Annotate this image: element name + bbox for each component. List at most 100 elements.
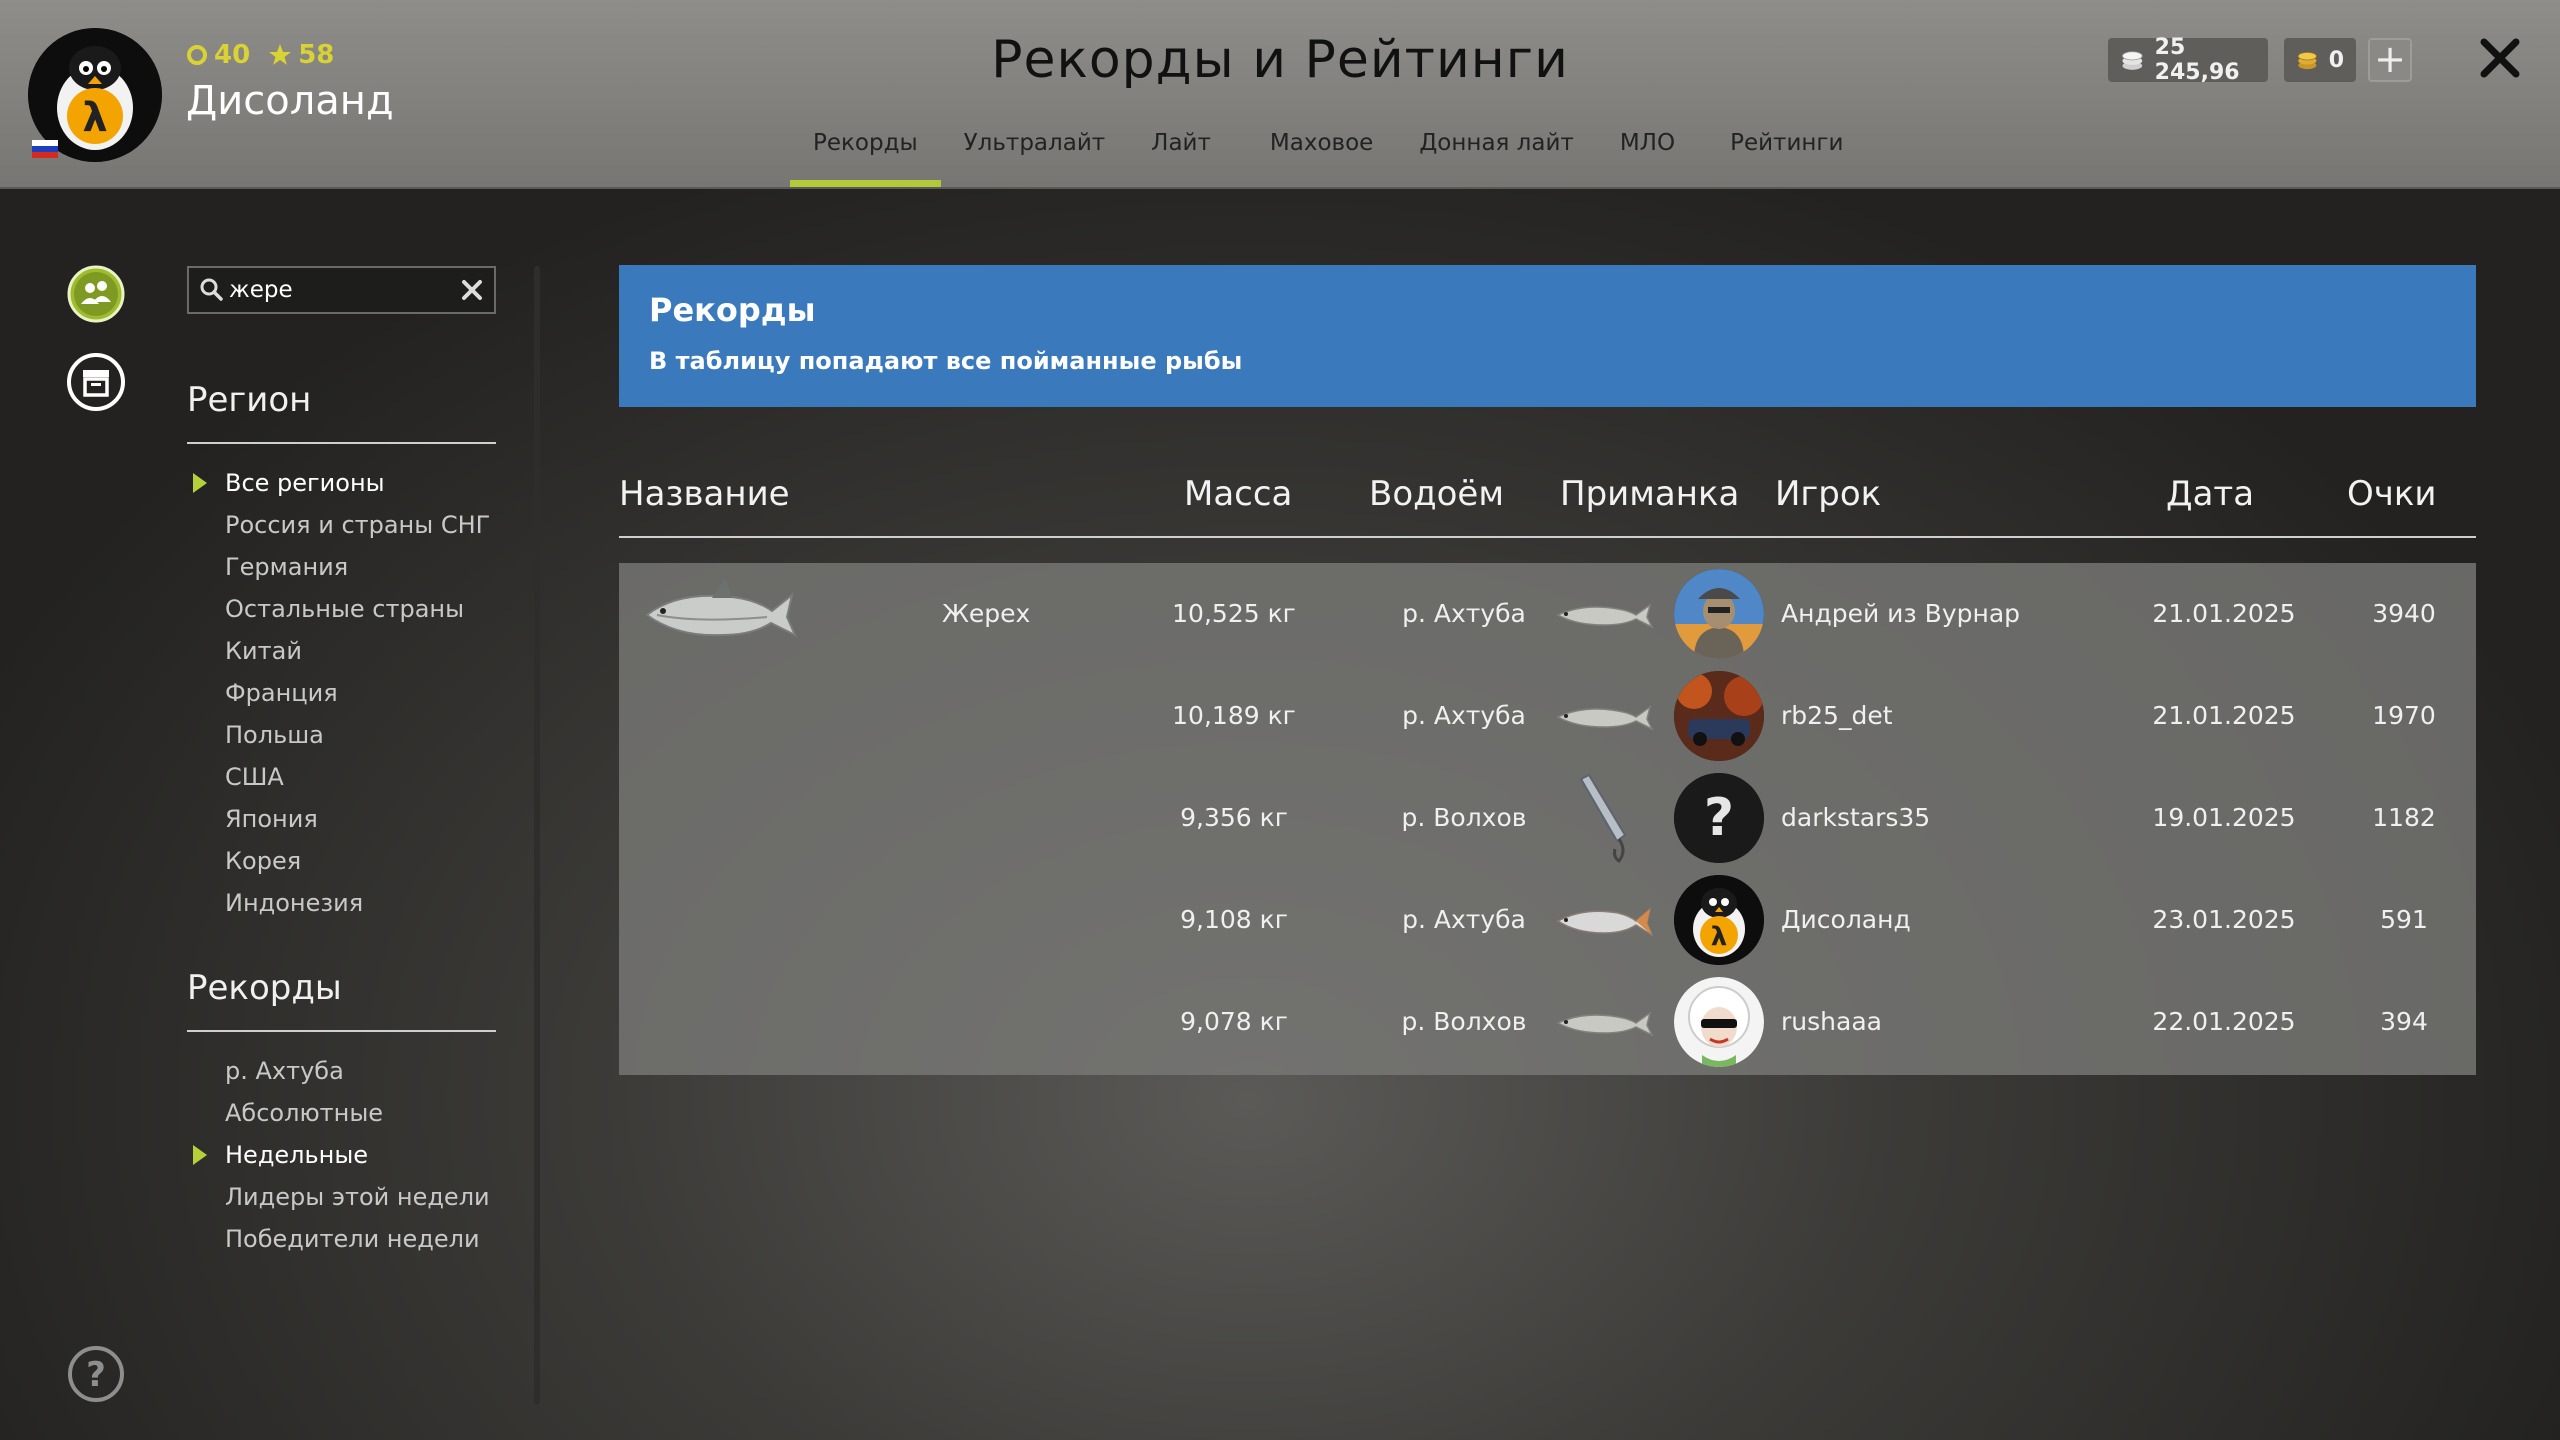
records-section-title: Рекорды bbox=[187, 968, 342, 1008]
region-section-title: Регион bbox=[187, 380, 312, 420]
help-button[interactable]: ? bbox=[66, 1344, 126, 1404]
col-date[interactable]: Дата bbox=[2166, 474, 2254, 514]
col-bait[interactable]: Приманка bbox=[1560, 474, 1739, 514]
banner-title: Рекорды bbox=[649, 291, 816, 329]
region-item-china[interactable]: Китай bbox=[187, 630, 507, 672]
russia-flag-icon bbox=[32, 140, 58, 158]
col-player[interactable]: Игрок bbox=[1775, 474, 1881, 514]
tab-light[interactable]: Лайт bbox=[1128, 130, 1234, 188]
col-name[interactable]: Название bbox=[619, 474, 790, 514]
col-water[interactable]: Водоём bbox=[1369, 474, 1504, 514]
region-item-usa[interactable]: США bbox=[187, 756, 507, 798]
region-item-france[interactable]: Франция bbox=[187, 672, 507, 714]
row-player[interactable]: rb25_det bbox=[1781, 665, 1893, 767]
row-player[interactable]: Дисоланд bbox=[1781, 869, 1911, 971]
fish-bait-icon[interactable] bbox=[1554, 689, 1654, 745]
records-table: Жерех 10,525 кг р. Ахтуба Андрей из Вурн… bbox=[619, 563, 2476, 1075]
region-item-germany[interactable]: Германия bbox=[187, 546, 507, 588]
silver-coins-icon bbox=[2122, 51, 2143, 70]
row-points: 394 bbox=[2380, 1007, 2428, 1036]
plus-icon: + bbox=[2374, 37, 2406, 81]
friends-button[interactable] bbox=[66, 264, 126, 324]
player-avatar[interactable] bbox=[1674, 569, 1764, 659]
records-item-weekly[interactable]: Недельные bbox=[187, 1134, 507, 1176]
records-item-akhtuba[interactable]: р. Ахтуба bbox=[187, 1050, 507, 1092]
row-date: 23.01.2025 bbox=[2152, 905, 2296, 934]
unknown-avatar-icon: ? bbox=[1674, 773, 1764, 863]
player-avatar[interactable]: ? bbox=[1674, 773, 1764, 863]
fish-bait-icon[interactable] bbox=[1554, 893, 1654, 949]
info-banner: Рекорды В таблицу попадают все пойманные… bbox=[619, 265, 2476, 407]
records-item-week-leaders[interactable]: Лидеры этой недели bbox=[187, 1176, 507, 1218]
col-points[interactable]: Очки bbox=[2347, 474, 2436, 514]
tab-bar: Рекорды Ультралайт Лайт Маховое Донная л… bbox=[790, 130, 1866, 188]
table-row[interactable]: 10,189 кг р. Ахтуба rb25_det 21.01.2025 … bbox=[619, 665, 2476, 767]
row-date: 21.01.2025 bbox=[2152, 701, 2296, 730]
row-points: 1970 bbox=[2372, 701, 2436, 730]
row-mass: 9,356 кг bbox=[1180, 803, 1288, 832]
row-mass: 10,525 кг bbox=[1172, 599, 1296, 628]
row-date: 19.01.2025 bbox=[2152, 803, 2296, 832]
region-item-all[interactable]: Все регионы bbox=[187, 462, 507, 504]
player-avatar-hat-icon bbox=[1674, 569, 1764, 659]
region-item-other[interactable]: Остальные страны bbox=[187, 588, 507, 630]
row-water: р. Ахтуба bbox=[1402, 599, 1526, 628]
tab-bottom-light[interactable]: Донная лайт bbox=[1396, 130, 1597, 188]
table-row[interactable]: 9,356 кг р. Волхов ? darkstars35 19.01.2… bbox=[619, 767, 2476, 869]
fish-bait-icon[interactable] bbox=[1554, 587, 1654, 643]
row-player[interactable]: darkstars35 bbox=[1781, 767, 1930, 869]
row-player[interactable]: rushaaa bbox=[1781, 971, 1882, 1073]
add-currency-button[interactable]: + bbox=[2368, 38, 2412, 82]
search-box bbox=[187, 266, 496, 314]
table-header: Название Масса Водоём Приманка Игрок Дат… bbox=[619, 470, 2476, 538]
row-points: 3940 bbox=[2372, 599, 2436, 628]
clear-search-icon[interactable] bbox=[458, 276, 486, 304]
banner-subtitle: В таблицу попадают все пойманные рыбы bbox=[649, 347, 1243, 375]
spoon-lure-icon[interactable] bbox=[1567, 773, 1647, 865]
row-player[interactable]: Андрей из Вурнар bbox=[1781, 563, 2020, 665]
region-item-japan[interactable]: Япония bbox=[187, 798, 507, 840]
region-item-korea[interactable]: Корея bbox=[187, 840, 507, 882]
archive-box-icon bbox=[83, 370, 109, 397]
region-item-poland[interactable]: Польша bbox=[187, 714, 507, 756]
silver-amount: 25 245,96 bbox=[2154, 35, 2240, 85]
row-water: р. Ахтуба bbox=[1402, 905, 1526, 934]
player-avatar[interactable] bbox=[1674, 977, 1764, 1067]
col-mass[interactable]: Масса bbox=[1184, 474, 1292, 514]
svg-text:λ: λ bbox=[82, 95, 107, 141]
region-list: Все регионы Россия и страны СНГ Германия… bbox=[187, 462, 507, 924]
tab-ultralight[interactable]: Ультралайт bbox=[941, 130, 1129, 188]
svg-text:?: ? bbox=[1704, 788, 1734, 848]
region-item-indonesia[interactable]: Индонезия bbox=[187, 882, 507, 924]
table-row[interactable]: 9,078 кг р. Волхов rushaaa 22.01.2025 39… bbox=[619, 971, 2476, 1073]
search-icon bbox=[200, 278, 223, 301]
tab-ratings[interactable]: Рейтинги bbox=[1698, 130, 1866, 188]
gold-coins-icon bbox=[2297, 52, 2317, 70]
row-points: 1182 bbox=[2372, 803, 2436, 832]
player-avatar[interactable] bbox=[1674, 671, 1764, 761]
sidebar-scrollbar[interactable] bbox=[534, 266, 540, 1404]
tab-mlo[interactable]: МЛО bbox=[1597, 130, 1698, 188]
table-row[interactable]: 9,108 кг р. Ахтуба λ Дисоланд 23.01.2025… bbox=[619, 869, 2476, 971]
table-row[interactable]: 10,525 кг р. Ахтуба Андрей из Вурнар 21.… bbox=[619, 563, 2476, 665]
top-header: λ 40 58 Дисоланд Рекорды и Рейтинги Реко… bbox=[0, 0, 2560, 189]
fish-bait-icon[interactable] bbox=[1554, 995, 1654, 1051]
records-list: р. Ахтуба Абсолютные Недельные Лидеры эт… bbox=[187, 1050, 507, 1260]
records-item-absolute[interactable]: Абсолютные bbox=[187, 1092, 507, 1134]
archive-button[interactable] bbox=[66, 352, 126, 412]
divider bbox=[187, 442, 496, 444]
region-item-russia[interactable]: Россия и страны СНГ bbox=[187, 504, 507, 546]
gold-amount: 0 bbox=[2328, 47, 2344, 73]
row-points: 591 bbox=[2380, 905, 2428, 934]
divider bbox=[187, 1030, 496, 1032]
row-mass: 9,078 кг bbox=[1180, 1007, 1288, 1036]
player-avatar[interactable]: λ bbox=[1674, 875, 1764, 965]
search-input[interactable] bbox=[229, 277, 449, 303]
tab-records[interactable]: Рекорды bbox=[790, 130, 941, 188]
row-mass: 9,108 кг bbox=[1180, 905, 1288, 934]
tab-pole[interactable]: Маховое bbox=[1234, 130, 1396, 188]
close-icon[interactable] bbox=[2476, 34, 2524, 82]
silver-balance: 25 245,96 bbox=[2108, 35, 2268, 85]
records-item-week-winners[interactable]: Победители недели bbox=[187, 1218, 507, 1260]
row-mass: 10,189 кг bbox=[1172, 701, 1296, 730]
